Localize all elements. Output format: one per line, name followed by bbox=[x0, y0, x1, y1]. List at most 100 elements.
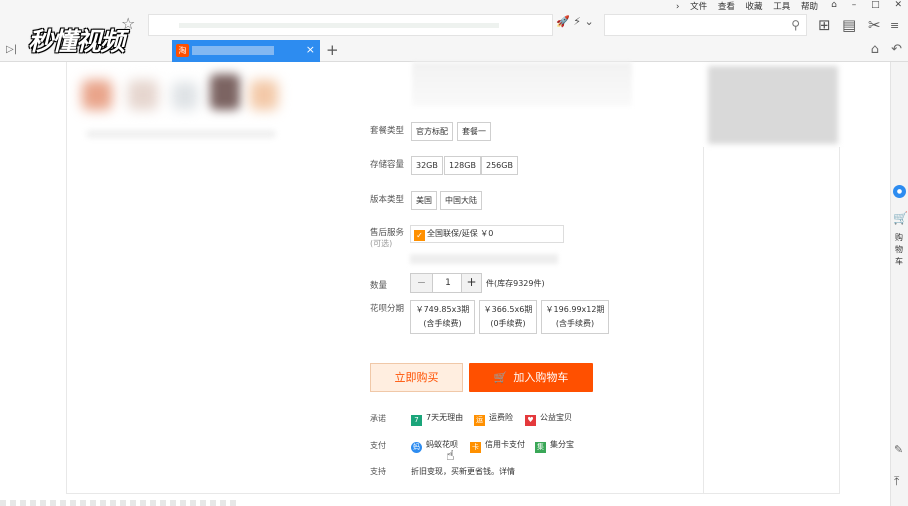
quantity-plus-button[interactable]: + bbox=[461, 274, 481, 292]
jifenbao-icon: 集 bbox=[535, 442, 546, 453]
cart-icon: 🛒 bbox=[493, 371, 508, 384]
restore-icon[interactable]: ⌂ bbox=[871, 42, 879, 57]
tab-active[interactable]: 淘 × bbox=[172, 40, 320, 62]
right-column bbox=[703, 147, 840, 494]
thumbnail[interactable] bbox=[172, 82, 198, 110]
reader-icon[interactable]: ▤ bbox=[842, 16, 856, 34]
payment-item[interactable]: 卡信用卡支付 bbox=[470, 439, 525, 453]
apps-grid-icon[interactable]: ⊞ bbox=[818, 16, 831, 34]
product-thumbnails-blurred bbox=[78, 70, 283, 150]
payment-item[interactable]: 集集分宝 bbox=[535, 439, 574, 453]
taobao-icon: 淘 bbox=[176, 44, 189, 57]
menu-favorites[interactable]: 收藏 bbox=[746, 2, 763, 12]
back-to-top-icon[interactable]: ⤒ bbox=[894, 474, 899, 489]
undo-icon[interactable]: ↶ bbox=[891, 42, 902, 57]
version-option[interactable]: 美国 bbox=[411, 191, 437, 210]
close-icon[interactable]: × bbox=[306, 43, 315, 56]
address-text-blurred bbox=[179, 23, 499, 28]
maximize-button[interactable]: □ bbox=[871, 0, 880, 10]
storage-option[interactable]: 32GB bbox=[411, 156, 443, 175]
charity-heart-icon: ♥ bbox=[525, 415, 536, 426]
installment-label: 花呗分期 bbox=[370, 304, 405, 314]
divider bbox=[66, 62, 67, 494]
search-box[interactable]: ⚲ bbox=[604, 14, 807, 36]
checkbox-icon[interactable]: ✓ bbox=[414, 230, 425, 241]
package-option[interactable]: 官方标配 bbox=[411, 122, 453, 141]
recommend-image-blurred bbox=[708, 66, 838, 144]
promise-item[interactable]: 7 7天无理由 bbox=[411, 412, 463, 426]
add-to-cart-label: 加入购物车 bbox=[513, 371, 569, 384]
lightning-icon[interactable]: ⚡ bbox=[573, 15, 581, 28]
menu-bar: › 文件 查看 收藏 工具 帮助 bbox=[676, 0, 826, 12]
thumbnail[interactable] bbox=[210, 74, 240, 110]
installment-option[interactable]: ￥366.5x6期 (0手续费) bbox=[479, 300, 537, 334]
thumbnail[interactable] bbox=[128, 80, 158, 110]
promise-item[interactable]: 运运费险 bbox=[474, 412, 513, 426]
support-text[interactable]: 折旧变现，买新更省钱。详情 bbox=[411, 466, 515, 477]
tab-tools: ⌂ ↶ bbox=[863, 42, 902, 57]
buy-now-button[interactable]: 立即购买 bbox=[370, 363, 463, 392]
new-tab-button[interactable]: + bbox=[326, 41, 339, 59]
support-label: 支持 bbox=[370, 467, 386, 476]
payment-text: 信用卡支付 bbox=[485, 440, 525, 449]
installment-price: ￥196.99x12期 bbox=[545, 305, 605, 314]
search-icon[interactable]: ⚲ bbox=[791, 18, 800, 32]
cart-icon[interactable]: 🛒 bbox=[893, 211, 908, 225]
menu-tools[interactable]: 工具 bbox=[773, 2, 790, 12]
promise-text: 7天无理由 bbox=[426, 413, 464, 422]
quantity-input[interactable]: 1 bbox=[433, 274, 463, 292]
product-page: 套餐类型 官方标配 套餐一 存储容量 32GB 128GB 256GB 版本类型… bbox=[0, 62, 890, 506]
seven-day-icon: 7 bbox=[411, 415, 422, 426]
tab-title-blurred bbox=[192, 46, 274, 55]
add-to-cart-button[interactable]: 🛒 加入购物车 bbox=[469, 363, 593, 392]
sidebar-cart-label[interactable]: 购物车 bbox=[895, 232, 905, 268]
tab-bar: ▷| 淘 × + ⌂ ↶ bbox=[0, 40, 908, 62]
close-button[interactable]: ✕ bbox=[894, 0, 902, 10]
installment-price: ￥749.85x3期 bbox=[415, 305, 470, 314]
thumbnail[interactable] bbox=[82, 80, 112, 110]
stock-text: 件(库存9329件) bbox=[486, 279, 545, 288]
payment-text: 集分宝 bbox=[550, 440, 574, 449]
huabei-icon: 蚂 bbox=[411, 442, 422, 453]
pen-icon[interactable]: ✎ bbox=[894, 443, 903, 456]
sidebar-toggle-icon[interactable]: ▷| bbox=[6, 44, 17, 55]
credit-card-icon: 卡 bbox=[470, 442, 481, 453]
service-option[interactable]: ✓ 全国联保/延保 ￥0 bbox=[410, 225, 564, 243]
scissors-icon[interactable]: ✂ bbox=[868, 16, 881, 34]
address-bar[interactable] bbox=[148, 14, 553, 36]
menu-help[interactable]: 帮助 bbox=[801, 2, 818, 12]
quantity-stepper: − 1 + bbox=[410, 273, 482, 293]
thumbnail-caption-blurred bbox=[86, 130, 276, 138]
minimize-button[interactable]: – bbox=[852, 0, 857, 10]
window-controls: ⌂ – □ ✕ bbox=[819, 0, 902, 10]
installment-option[interactable]: ￥749.85x3期 (含手续费) bbox=[410, 300, 475, 334]
promise-label: 承诺 bbox=[370, 414, 386, 423]
menu-view[interactable]: 查看 bbox=[718, 2, 735, 12]
favorite-star-icon[interactable]: ☆ bbox=[121, 14, 135, 33]
storage-option[interactable]: 128GB bbox=[444, 156, 481, 175]
quantity-minus-button[interactable]: − bbox=[411, 274, 433, 292]
hand-cursor-icon: ☝ bbox=[446, 448, 455, 464]
promise-text: 公益宝贝 bbox=[540, 413, 572, 422]
package-type-label: 套餐类型 bbox=[370, 126, 405, 136]
more-icon[interactable]: ≡ bbox=[890, 19, 899, 32]
version-option[interactable]: 中国大陆 bbox=[440, 191, 482, 210]
package-option[interactable]: 套餐一 bbox=[457, 122, 491, 141]
shipping-insurance-icon: 运 bbox=[474, 415, 485, 426]
assistant-icon[interactable]: ● bbox=[893, 185, 906, 198]
chevron-down-icon[interactable]: ⌄ bbox=[584, 15, 593, 28]
installment-price: ￥366.5x6期 bbox=[483, 305, 533, 314]
address-tools[interactable]: 🚀 ⚡ ⌄ bbox=[556, 15, 594, 28]
promise-item[interactable]: ♥ 公益宝贝 bbox=[525, 412, 572, 426]
version-label: 版本类型 bbox=[370, 195, 405, 205]
payment-label: 支付 bbox=[370, 441, 386, 450]
menu-arrow-icon[interactable]: › bbox=[676, 2, 679, 12]
skin-icon[interactable]: ⌂ bbox=[831, 0, 837, 10]
service-optional-label: (可选) bbox=[370, 239, 393, 248]
storage-option[interactable]: 256GB bbox=[481, 156, 518, 175]
installment-fee: (含手续费) bbox=[423, 319, 462, 328]
rocket-icon[interactable]: 🚀 bbox=[556, 15, 570, 28]
thumbnail[interactable] bbox=[250, 80, 278, 110]
installment-option[interactable]: ￥196.99x12期 (含手续费) bbox=[541, 300, 609, 334]
menu-file[interactable]: 文件 bbox=[690, 2, 707, 12]
